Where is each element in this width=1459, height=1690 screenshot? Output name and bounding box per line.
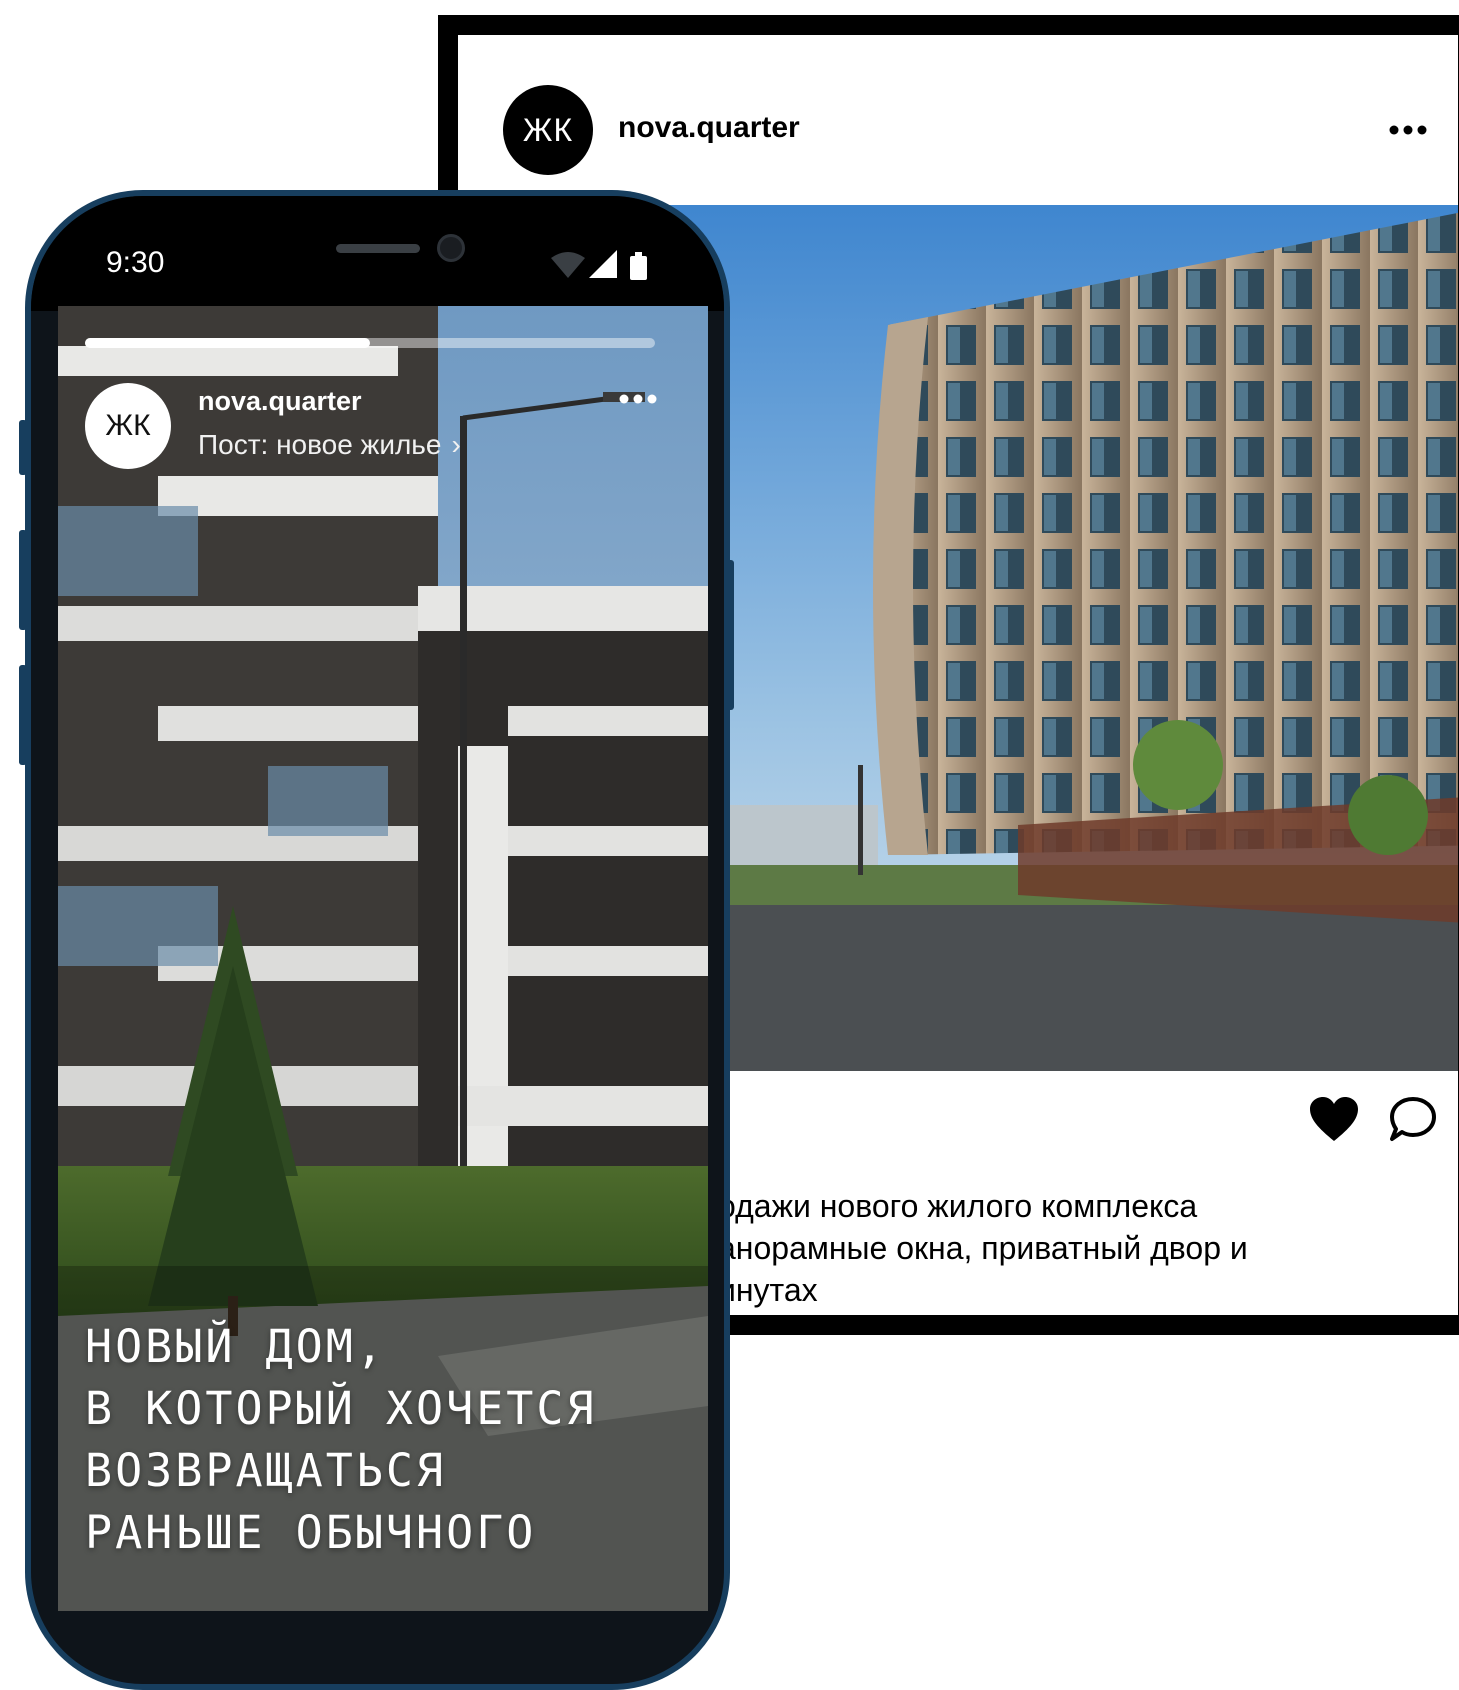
story-view[interactable]: ЖК nova.quarter Пост: новое жилье › НОВЫЙ… — [58, 306, 708, 1611]
cellular-signal-icon — [589, 250, 617, 278]
story-subtitle-text: Пост: новое жилье — [198, 429, 442, 460]
story-headline: НОВЫЙ ДОМ, В КОТОРЫЙ ХОЧЕТСЯ ВОЗВРАЩАТЬС… — [85, 1316, 685, 1564]
headline-line: В КОТОРЫЙ ХОЧЕТСЯ — [85, 1382, 597, 1435]
more-horizontal-icon[interactable] — [618, 392, 658, 411]
speaker-grille — [336, 244, 420, 253]
more-horizontal-icon[interactable] — [1388, 115, 1428, 145]
post-header: ЖК nova.quarter — [458, 35, 1458, 205]
headline-line: РАНЬШЕ ОБЫЧНОГО — [85, 1506, 537, 1559]
phone-screen: 9:30 ЖК nova.quarter Пост: новое жилье ›… — [31, 196, 724, 1684]
heart-filled-icon[interactable] — [1308, 1095, 1360, 1148]
story-progress-bar — [85, 338, 655, 348]
post-username[interactable]: nova.quarter — [618, 111, 800, 145]
post-avatar[interactable]: ЖК — [503, 85, 593, 175]
headline-line: ВОЗВРАЩАТЬСЯ — [85, 1444, 447, 1497]
status-time: 9:30 — [106, 246, 165, 279]
front-camera — [437, 234, 465, 262]
story-avatar[interactable]: ЖК — [85, 383, 171, 469]
status-icons — [551, 246, 661, 291]
phone-device: 9:30 ЖК nova.quarter Пост: новое жилье ›… — [25, 190, 730, 1690]
status-bar: 9:30 — [31, 196, 724, 311]
headline-line: НОВЫЙ ДОМ, — [85, 1320, 386, 1373]
battery-icon — [630, 252, 647, 280]
chevron-right-icon: › — [451, 429, 461, 460]
story-username[interactable]: nova.quarter — [198, 386, 362, 417]
wifi-icon — [551, 252, 585, 278]
story-progress-fill — [85, 338, 370, 348]
comment-bubble-icon[interactable] — [1388, 1095, 1438, 1148]
story-post-link[interactable]: Пост: новое жилье › — [198, 429, 461, 461]
